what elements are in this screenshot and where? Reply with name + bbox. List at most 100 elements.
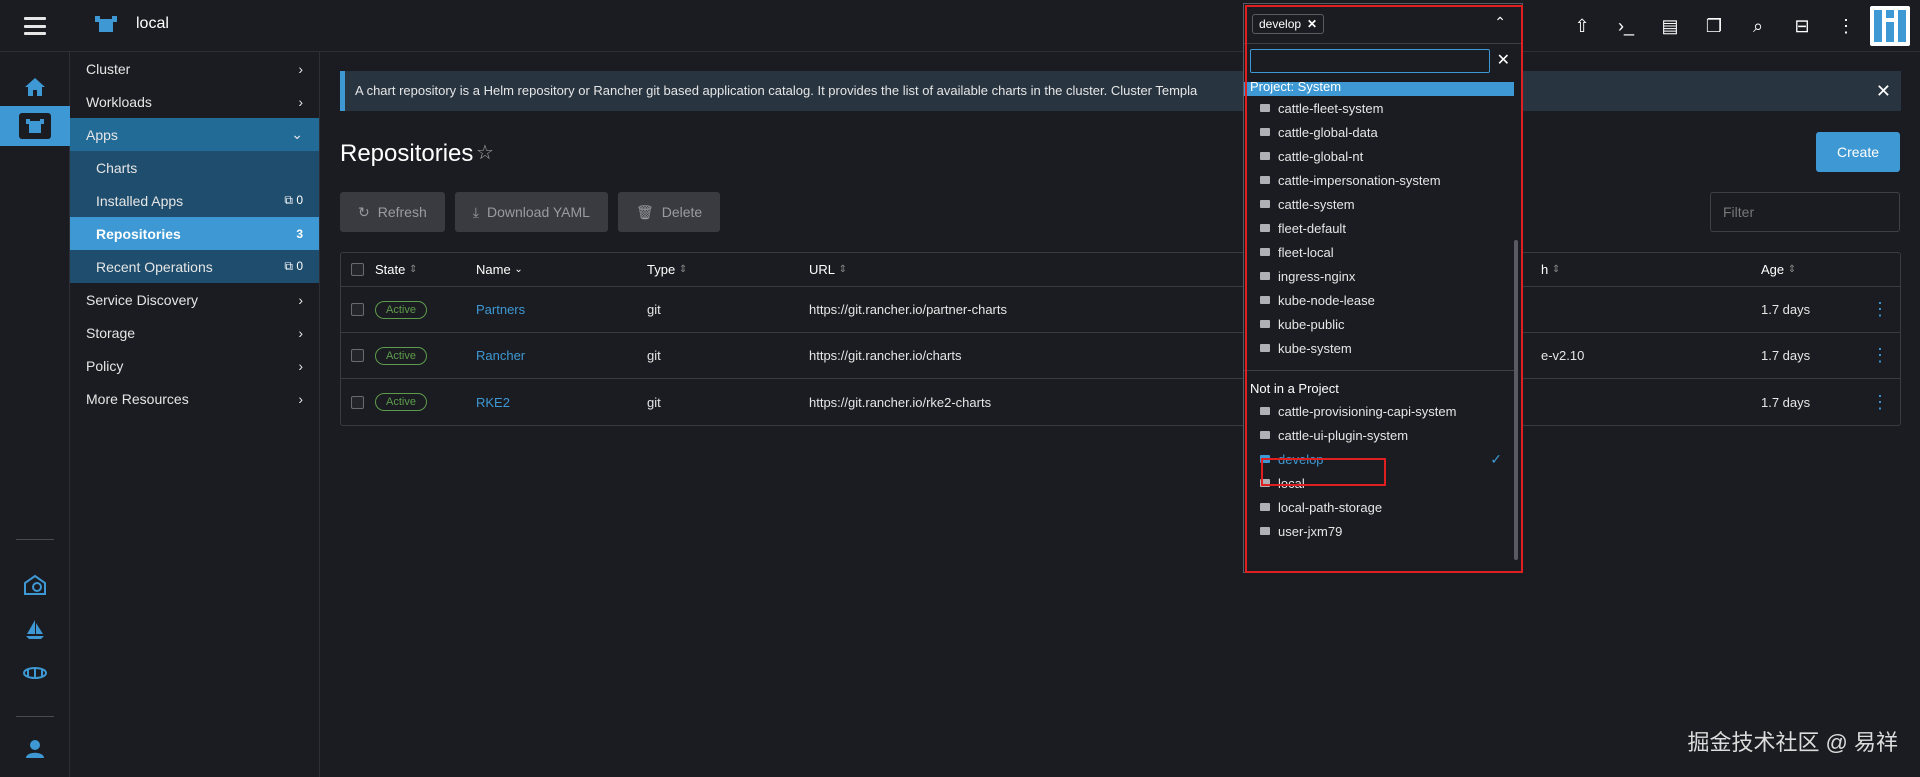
header-state[interactable]: State ⇕: [375, 253, 417, 286]
status-badge: Active: [375, 346, 427, 365]
header-label: Type: [647, 262, 676, 277]
refresh-button[interactable]: ↻ Refresh: [340, 192, 445, 232]
delete-button[interactable]: 🗑 Delete: [617, 192, 721, 232]
close-icon[interactable]: ✕: [1876, 71, 1891, 111]
row-checkbox[interactable]: [351, 333, 364, 378]
download-yaml-button[interactable]: ⤓ Download YAML: [454, 192, 608, 232]
nav-label: More Resources: [86, 390, 189, 407]
nav-apps[interactable]: Apps ⌄: [70, 118, 319, 151]
menu-icon[interactable]: [24, 17, 46, 35]
cluster-logo-icon: [95, 16, 117, 32]
nav-charts[interactable]: Charts: [70, 151, 319, 184]
trash-icon: 🗑: [635, 203, 654, 220]
table-row[interactable]: Active RKE2 git https://git.rancher.io/r…: [341, 379, 1900, 425]
highlight-box-dropdown: [1245, 5, 1523, 573]
row-checkbox[interactable]: [351, 287, 364, 332]
fleet-icon[interactable]: [0, 565, 70, 605]
sort-icon: ⇕: [838, 264, 848, 275]
more-options-icon[interactable]: ⋮: [1832, 12, 1860, 40]
user-avatar[interactable]: [1870, 6, 1910, 46]
nav-more-resources[interactable]: More Resources ›: [70, 382, 319, 415]
nav-count: ⧉ 0: [284, 259, 303, 273]
sort-icon: ⇕: [1551, 264, 1561, 275]
create-button[interactable]: Create: [1816, 132, 1900, 172]
repo-branch: e-v2.10: [1541, 348, 1585, 363]
header-type[interactable]: Type ⇕: [647, 253, 687, 286]
nav-cluster[interactable]: Cluster ›: [70, 52, 319, 85]
user-profile-icon[interactable]: [0, 729, 70, 769]
repo-age: 1.7 days: [1761, 302, 1811, 317]
repo-type: git: [647, 394, 661, 410]
chevron-right-icon: ›: [298, 324, 303, 341]
button-label: Delete: [661, 204, 703, 220]
sort-icon: ⇕: [678, 264, 688, 275]
repo-name-link[interactable]: Rancher: [476, 348, 525, 363]
count-value: 0: [296, 193, 303, 207]
table-row[interactable]: Active Rancher git https://git.rancher.i…: [341, 333, 1900, 379]
main-content: A chart repository is a Helm repository …: [321, 52, 1920, 777]
nav-repositories[interactable]: Repositories 3: [70, 217, 319, 250]
header-age[interactable]: Age ⇕: [1761, 253, 1796, 286]
sort-down-icon: ⌄: [514, 264, 523, 275]
avatar-pattern-icon: [1874, 10, 1906, 42]
repo-url: https://git.rancher.io/rke2-charts: [809, 394, 992, 410]
nav-workloads[interactable]: Workloads ›: [70, 85, 319, 118]
table-row[interactable]: Active Partners git https://git.rancher.…: [341, 287, 1900, 333]
banner-text: A chart repository is a Helm repository …: [355, 83, 1198, 98]
refresh-icon: ↻: [358, 203, 370, 220]
repo-type: git: [647, 302, 661, 317]
chevron-right-icon: ›: [298, 291, 303, 308]
nav-label: Storage: [86, 324, 136, 341]
copy-kubeconfig-icon[interactable]: ❐: [1700, 12, 1728, 40]
repo-name-link[interactable]: Partners: [476, 302, 525, 317]
header-label: Age: [1761, 262, 1785, 277]
kubectl-shell-icon[interactable]: ›_: [1612, 12, 1640, 40]
extensions-icon[interactable]: [0, 653, 70, 693]
repo-age: 1.7 days: [1761, 394, 1811, 410]
header-label: State: [375, 262, 406, 277]
favorite-star-icon[interactable]: ☆: [476, 140, 494, 165]
row-actions-icon[interactable]: ⋮: [1871, 345, 1889, 366]
row-checkbox[interactable]: [351, 379, 364, 425]
header-label: h: [1541, 262, 1549, 277]
nav-label: Charts: [96, 159, 138, 176]
repo-name-link[interactable]: RKE2: [476, 395, 510, 410]
header-label: URL: [809, 262, 836, 277]
header-name[interactable]: Name ⌄: [476, 253, 523, 286]
download-kubeconfig-icon[interactable]: ▤: [1656, 12, 1684, 40]
nav-policy[interactable]: Policy ›: [70, 349, 319, 382]
nav-installed-apps[interactable]: Installed Apps ⧉ 0: [70, 184, 319, 217]
nav-storage[interactable]: Storage ›: [70, 316, 319, 349]
cluster-local-icon[interactable]: [0, 106, 70, 146]
header-url[interactable]: URL ⇕: [809, 253, 847, 286]
row-actions-icon[interactable]: ⋮: [1871, 299, 1889, 320]
home-icon[interactable]: [0, 67, 70, 107]
chevron-right-icon: ›: [298, 390, 303, 407]
sort-icon: ⇕: [1787, 264, 1797, 275]
repo-url: https://git.rancher.io/partner-charts: [809, 302, 1007, 317]
chevron-down-icon: ⌄: [291, 126, 303, 142]
status-badge: Active: [375, 300, 427, 319]
sailboat-icon[interactable]: [0, 609, 70, 649]
search-icon[interactable]: ⌕: [1744, 12, 1772, 40]
nav-label: Recent Operations: [96, 258, 213, 275]
nav-label: Cluster: [86, 60, 131, 77]
nav-recent-operations[interactable]: Recent Operations ⧉ 0: [70, 250, 319, 283]
rail-divider: [16, 716, 54, 717]
download-icon: ⤓: [472, 203, 479, 220]
row-actions-icon[interactable]: ⋮: [1871, 392, 1889, 413]
icon-rail: [0, 52, 70, 777]
repositories-table: State ⇕ Name ⌄ Type ⇕ URL ⇕ h ⇕ Age ⇕ Ac…: [340, 252, 1901, 426]
select-all-checkbox[interactable]: [351, 253, 364, 286]
count-value: 3: [296, 226, 303, 241]
docs-icon[interactable]: ⊟: [1788, 12, 1816, 40]
repo-type: git: [647, 348, 661, 363]
header-branch[interactable]: h ⇕: [1541, 253, 1560, 286]
top-actions: ⇧ ›_ ▤ ❐ ⌕ ⊟ ⋮: [1568, 12, 1860, 40]
nav-service-discovery[interactable]: Service Discovery ›: [70, 283, 319, 316]
sort-icon: ⇕: [408, 264, 418, 275]
import-yaml-icon[interactable]: ⇧: [1568, 12, 1596, 40]
watermark: 掘金技术社区 @ 易祥: [1687, 730, 1898, 755]
filter-input[interactable]: Filter: [1710, 192, 1900, 232]
button-label: Download YAML: [486, 204, 590, 220]
